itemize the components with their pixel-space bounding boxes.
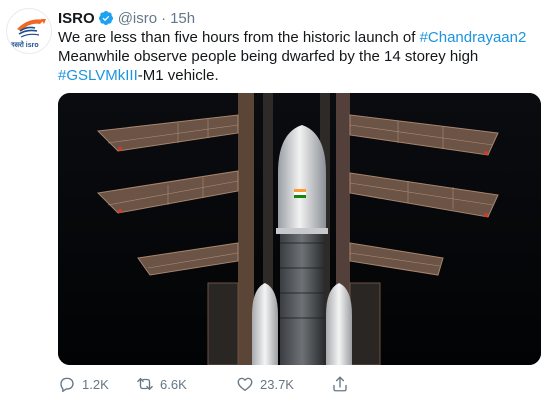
share-icon bbox=[333, 376, 347, 392]
like-button[interactable]: 23.7K bbox=[236, 375, 328, 393]
tweet-text-line-3: #GSLVMkIII-M1 vehicle. bbox=[58, 66, 540, 85]
heart-icon bbox=[237, 377, 253, 392]
separator-dot: · bbox=[161, 9, 167, 27]
tweet-media-image[interactable] bbox=[58, 93, 541, 365]
verified-badge-icon bbox=[98, 10, 114, 26]
reply-button[interactable]: 1.2K bbox=[58, 375, 121, 393]
like-count: 23.7K bbox=[260, 376, 294, 392]
share-button[interactable] bbox=[331, 375, 361, 393]
tweet-text-segment: -M1 vehicle. bbox=[137, 67, 219, 84]
tweet-actions: 1.2K 6.6K 23.7K bbox=[58, 370, 361, 398]
tweet-header: ISRO @isro · 15h bbox=[58, 8, 195, 28]
tweet-timestamp[interactable]: 15h bbox=[170, 10, 195, 27]
hashtag-chandrayaan2[interactable]: #Chandrayaan2 bbox=[420, 29, 527, 46]
hashtag-gslvmkiii[interactable]: #GSLVMkIII bbox=[58, 67, 138, 84]
retweet-icon bbox=[137, 378, 153, 390]
tweet-text: We are less than five hours from the his… bbox=[58, 28, 540, 85]
author-handle[interactable]: @isro bbox=[118, 10, 157, 27]
reply-icon bbox=[60, 377, 74, 393]
tweet-text-line-2: Meanwhile observe people being dwarfed b… bbox=[58, 48, 479, 65]
retweet-button[interactable]: 6.6K bbox=[136, 375, 231, 393]
avatar[interactable]: इसरो isro bbox=[6, 8, 52, 54]
author-name[interactable]: ISRO bbox=[58, 10, 95, 27]
reply-count: 1.2K bbox=[82, 376, 109, 392]
tweet-text-segment: We are less than five hours from the his… bbox=[58, 29, 420, 46]
tweet-text-line-1: We are less than five hours from the his… bbox=[58, 28, 540, 47]
avatar-logo-text: इसरो isro bbox=[11, 42, 39, 49]
rocket-launch-photo-icon bbox=[58, 93, 541, 365]
retweet-count: 6.6K bbox=[160, 376, 187, 392]
